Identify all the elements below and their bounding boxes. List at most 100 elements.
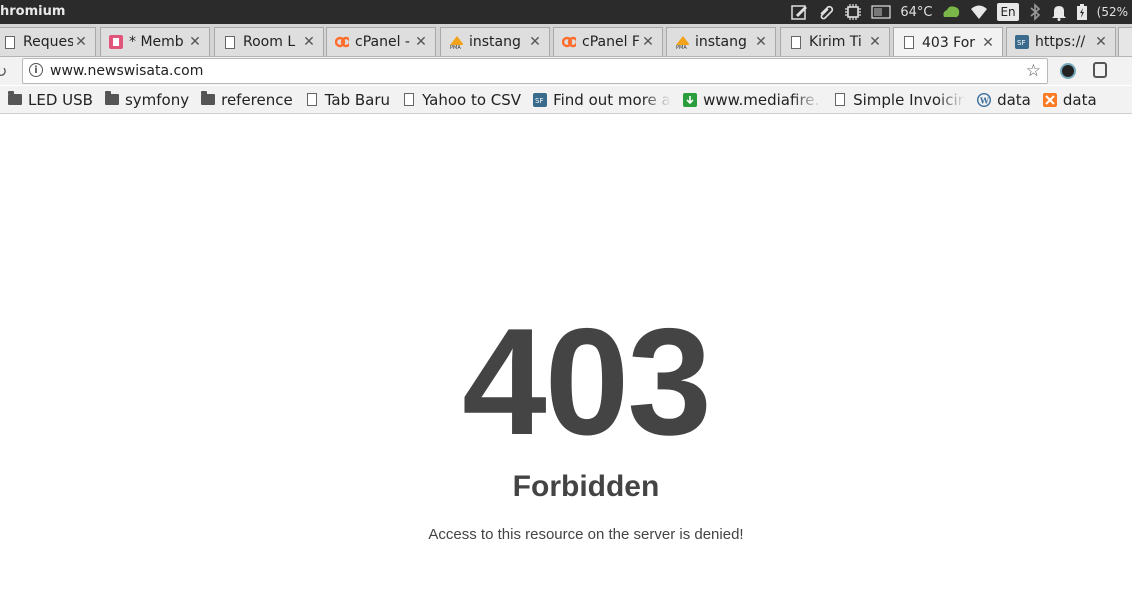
bookmark-label: Tab Baru xyxy=(324,90,391,109)
svg-text:W: W xyxy=(979,95,990,105)
page-icon xyxy=(305,93,319,107)
pink-app-icon xyxy=(109,35,123,49)
tab-request[interactable]: Request ✕ xyxy=(0,27,96,56)
keyboard-language-indicator[interactable]: En xyxy=(997,3,1019,21)
cloud-sync-icon[interactable] xyxy=(941,0,961,24)
tab-strip: Request ✕ * Memb ✕ Room L ✕ cPanel - ✕ P… xyxy=(0,24,1132,57)
tab-403-forbidden[interactable]: 403 For ✕ xyxy=(893,27,1003,56)
bookmark-folder[interactable]: symfony xyxy=(104,90,190,109)
cpanel-icon xyxy=(562,35,576,49)
page-icon xyxy=(789,35,803,49)
address-bar[interactable]: i www.newswisata.com ☆ xyxy=(22,58,1048,84)
bookmark-folder[interactable]: LED USB xyxy=(8,91,93,109)
tab-room[interactable]: Room L ✕ xyxy=(214,27,324,56)
bookmark-label: Simple Invoicing xyxy=(853,90,966,109)
cpu-temp-icon[interactable] xyxy=(871,0,891,24)
battery-percent: (52% xyxy=(1096,5,1128,19)
tab-title: https:// xyxy=(1035,34,1086,50)
cpanel-icon xyxy=(335,35,349,49)
bookmark-label: Yahoo to CSV xyxy=(422,90,522,109)
tab-title: Request xyxy=(23,34,73,50)
page-content: 403 Forbidden Access to this resource on… xyxy=(0,114,1132,616)
bookmark-item[interactable]: Tab Baru xyxy=(305,91,390,109)
bookmark-item[interactable]: Simple Invoicing xyxy=(833,91,965,109)
reload-icon[interactable]: ↻ xyxy=(0,62,7,81)
wordpress-icon: W xyxy=(977,92,992,107)
cpu-icon[interactable] xyxy=(844,0,862,24)
phpmyadmin-icon: PMA xyxy=(675,35,689,49)
bookmark-item[interactable]: W data xyxy=(977,91,1031,109)
bookmark-folder[interactable]: reference xyxy=(201,91,293,109)
url-text[interactable]: www.newswisata.com xyxy=(50,63,203,79)
tab-https[interactable]: SF https:// ✕ xyxy=(1006,27,1116,56)
tab-title: Kirim Ti xyxy=(809,34,862,50)
browser-toolbar: ↻ i www.newswisata.com ☆ ⋮ xyxy=(0,57,1132,85)
sf-icon: SF xyxy=(1015,35,1029,49)
bookmark-label: data xyxy=(997,90,1031,109)
bookmark-item[interactable]: www.mediafire.c xyxy=(683,91,821,109)
svg-text:SF: SF xyxy=(1017,39,1025,47)
close-icon[interactable]: ✕ xyxy=(640,34,656,50)
tab-kirim[interactable]: Kirim Ti ✕ xyxy=(780,27,890,56)
sf-icon: SF xyxy=(533,92,548,107)
tab-title: 403 For xyxy=(922,34,976,51)
folder-icon xyxy=(201,91,216,107)
svg-text:PMA: PMA xyxy=(450,45,461,49)
close-icon[interactable]: ✕ xyxy=(413,34,429,50)
bookmark-label: Find out more ab xyxy=(553,90,672,109)
os-app-title: hromium xyxy=(0,4,66,19)
tab-phpmyadmin-2[interactable]: PMA instang ✕ xyxy=(666,27,776,56)
error-code: 403 xyxy=(462,297,712,467)
close-icon[interactable]: ✕ xyxy=(73,34,89,50)
error-heading: Forbidden xyxy=(512,470,660,503)
error-message: Access to this resource on the server is… xyxy=(428,526,744,543)
close-icon[interactable]: ✕ xyxy=(187,34,203,50)
new-tab-button[interactable] xyxy=(1118,27,1132,56)
tab-phpmyadmin-1[interactable]: PMA instang ✕ xyxy=(440,27,550,56)
bookmark-label: reference xyxy=(221,90,293,109)
bookmark-label: symfony xyxy=(124,90,190,109)
tab-title: cPanel - xyxy=(355,34,410,50)
info-icon[interactable]: i xyxy=(29,63,43,77)
tab-member[interactable]: * Memb ✕ xyxy=(100,27,210,56)
page-icon xyxy=(833,93,847,107)
close-icon[interactable]: ✕ xyxy=(301,34,317,50)
extension-icon[interactable] xyxy=(1093,62,1107,78)
phpmyadmin-icon: PMA xyxy=(449,35,463,49)
paperclip-icon[interactable] xyxy=(817,0,835,24)
close-icon[interactable]: ✕ xyxy=(1093,34,1109,50)
svg-text:SF: SF xyxy=(535,97,543,105)
cpu-temperature: 64°C xyxy=(900,4,933,20)
close-icon[interactable]: ✕ xyxy=(527,34,543,50)
page-icon xyxy=(3,35,17,49)
svg-text:PMA: PMA xyxy=(676,45,687,49)
tab-cpanel-2[interactable]: cPanel F ✕ xyxy=(553,27,663,56)
color-picker-extension-icon[interactable] xyxy=(1060,63,1076,79)
tab-title: instang xyxy=(469,34,521,50)
bookmark-item[interactable]: SF Find out more ab xyxy=(533,91,671,109)
page-icon xyxy=(223,35,237,49)
bookmark-label: www.mediafire.c xyxy=(703,90,822,109)
wifi-icon[interactable] xyxy=(970,0,988,24)
os-top-panel: hromium 64°C En (52% xyxy=(0,0,1132,24)
bluetooth-icon[interactable] xyxy=(1028,0,1042,24)
bookmark-item[interactable]: Yahoo to CSV xyxy=(402,91,521,109)
bookmark-label: data xyxy=(1062,90,1097,109)
bookmark-item[interactable]: data xyxy=(1042,90,1097,109)
folder-icon xyxy=(8,91,22,107)
close-icon[interactable]: ✕ xyxy=(980,35,996,51)
tab-title: Room L xyxy=(243,34,296,50)
close-icon[interactable]: ✕ xyxy=(867,34,883,50)
folder-icon xyxy=(104,91,119,107)
bookmarks-bar: LED USB symfony reference Tab Baru Yahoo… xyxy=(0,86,1132,114)
bookmark-star-icon[interactable]: ☆ xyxy=(1026,61,1041,81)
battery-icon[interactable] xyxy=(1076,0,1088,24)
close-icon[interactable]: ✕ xyxy=(753,34,769,50)
tab-title: cPanel F xyxy=(582,34,640,50)
tab-cpanel-1[interactable]: cPanel - ✕ xyxy=(326,27,436,56)
notes-icon[interactable] xyxy=(790,0,808,24)
bookmark-label: LED USB xyxy=(28,90,93,109)
bell-icon[interactable] xyxy=(1051,0,1067,24)
page-icon xyxy=(902,36,916,50)
menu-icon[interactable]: ⋮ xyxy=(1125,61,1132,80)
